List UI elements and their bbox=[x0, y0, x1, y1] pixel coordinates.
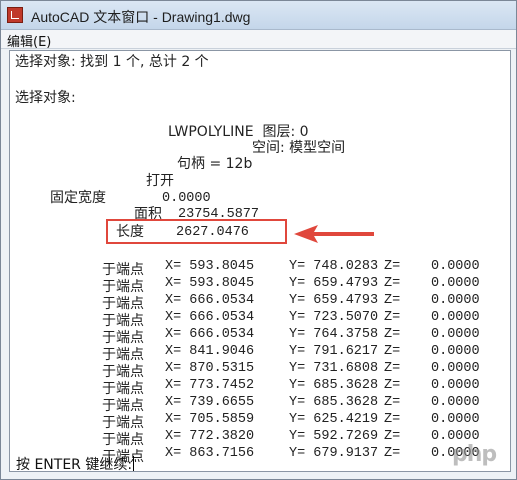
vertex-z: 0.0000 bbox=[431, 259, 480, 274]
vertex-row: 于端点 X= 773.7452 Y= 685.3628 Z= 0.0000 bbox=[10, 378, 510, 397]
command-history-pane[interactable]: 选择对象: 找到 1 个, 总计 2 个 选择对象: LWPOLYLINE 图层… bbox=[9, 50, 511, 472]
vertex-y: Y= 625.4219 bbox=[289, 412, 379, 427]
autocad-text-window: AutoCAD 文本窗口 - Drawing1.dwg 编辑(E) 选择对象: … bbox=[0, 0, 517, 480]
vertex-y: Y= 659.4793 bbox=[289, 276, 379, 291]
vertex-z: 0.0000 bbox=[431, 327, 480, 342]
open-status: 打开 bbox=[146, 173, 174, 189]
autocad-app-icon bbox=[7, 7, 23, 23]
prompt-text: 按 ENTER 键继续: bbox=[16, 457, 133, 472]
vertex-x: X= 739.6655 bbox=[165, 395, 255, 410]
vertex-z-label: Z= bbox=[384, 327, 401, 342]
vertex-y: Y= 748.0283 bbox=[289, 259, 379, 274]
vertex-z-label: Z= bbox=[384, 293, 401, 308]
vertex-y: Y= 592.7269 bbox=[289, 429, 379, 444]
vertex-z: 0.0000 bbox=[431, 344, 480, 359]
vertex-x: X= 705.5859 bbox=[165, 412, 255, 427]
vertex-y: Y= 685.3628 bbox=[289, 395, 379, 410]
title-bar[interactable]: AutoCAD 文本窗口 - Drawing1.dwg bbox=[1, 1, 516, 30]
vertex-x: X= 863.7156 bbox=[165, 446, 255, 461]
command-prompt[interactable]: 按 ENTER 键继续: bbox=[16, 454, 135, 472]
vertex-z-label: Z= bbox=[384, 310, 401, 325]
menu-edit[interactable]: 编辑(E) bbox=[7, 31, 51, 50]
vertex-row: 于端点 X= 666.0534 Y= 723.5070 Z= 0.0000 bbox=[10, 310, 510, 329]
vertex-x: X= 593.8045 bbox=[165, 259, 255, 274]
vertex-z: 0.0000 bbox=[431, 276, 480, 291]
vertex-row: 于端点 X= 870.5315 Y= 731.6808 Z= 0.0000 bbox=[10, 361, 510, 380]
vertex-x: X= 870.5315 bbox=[165, 361, 255, 376]
vertex-row: 于端点 X= 593.8045 Y= 659.4793 Z= 0.0000 bbox=[10, 276, 510, 295]
vertex-z-label: Z= bbox=[384, 395, 401, 410]
length-value: 2627.0476 bbox=[176, 225, 249, 240]
vertex-row: 于端点 X= 772.3820 Y= 592.7269 Z= 0.0000 bbox=[10, 429, 510, 448]
vertex-z: 0.0000 bbox=[431, 361, 480, 376]
output-line-2: 选择对象: bbox=[15, 90, 76, 106]
pointer-arrow-icon bbox=[294, 225, 374, 243]
vertex-z-label: Z= bbox=[384, 446, 401, 461]
vertex-row: 于端点 X= 841.9046 Y= 791.6217 Z= 0.0000 bbox=[10, 344, 510, 363]
vertex-y: Y= 685.3628 bbox=[289, 378, 379, 393]
length-label: 长度 bbox=[116, 224, 144, 240]
vertex-row: 于端点 X= 666.0534 Y= 764.3758 Z= 0.0000 bbox=[10, 327, 510, 346]
handle-info: 句柄 = 12b bbox=[177, 156, 253, 172]
width-value: 0.0000 bbox=[162, 191, 211, 206]
vertex-z: 0.0000 bbox=[431, 378, 480, 393]
vertex-row: 于端点 X= 739.6655 Y= 685.3628 Z= 0.0000 bbox=[10, 395, 510, 414]
php-watermark-logo: php bbox=[452, 442, 497, 467]
entity-info: LWPOLYLINE 图层: 0 bbox=[168, 124, 309, 140]
vertex-z-label: Z= bbox=[384, 276, 401, 291]
vertex-z-label: Z= bbox=[384, 344, 401, 359]
space-info: 空间: 模型空间 bbox=[252, 140, 346, 156]
vertex-x: X= 773.7452 bbox=[165, 378, 255, 393]
vertex-row: 于端点 X= 705.5859 Y= 625.4219 Z= 0.0000 bbox=[10, 412, 510, 431]
vertex-z: 0.0000 bbox=[431, 412, 480, 427]
vertex-z: 0.0000 bbox=[431, 293, 480, 308]
vertex-x: X= 666.0534 bbox=[165, 310, 255, 325]
vertex-z-label: Z= bbox=[384, 361, 401, 376]
vertex-y: Y= 723.5070 bbox=[289, 310, 379, 325]
text-caret bbox=[133, 456, 135, 471]
vertex-x: X= 593.8045 bbox=[165, 276, 255, 291]
output-line-1: 选择对象: 找到 1 个, 总计 2 个 bbox=[15, 54, 209, 70]
menu-bar: 编辑(E) bbox=[1, 30, 516, 50]
vertex-z-label: Z= bbox=[384, 429, 401, 444]
vertex-z: 0.0000 bbox=[431, 310, 480, 325]
width-label: 固定宽度 bbox=[50, 190, 106, 206]
vertex-z-label: Z= bbox=[384, 259, 401, 274]
vertex-z: 0.0000 bbox=[431, 395, 480, 410]
window-title: AutoCAD 文本窗口 - Drawing1.dwg bbox=[31, 9, 251, 25]
vertex-x: X= 666.0534 bbox=[165, 327, 255, 342]
vertex-x: X= 666.0534 bbox=[165, 293, 255, 308]
vertex-y: Y= 731.6808 bbox=[289, 361, 379, 376]
vertex-z-label: Z= bbox=[384, 412, 401, 427]
vertex-y: Y= 679.9137 bbox=[289, 446, 379, 461]
vertex-z-label: Z= bbox=[384, 378, 401, 393]
vertex-x: X= 841.9046 bbox=[165, 344, 255, 359]
vertex-y: Y= 791.6217 bbox=[289, 344, 379, 359]
vertex-y: Y= 659.4793 bbox=[289, 293, 379, 308]
vertex-row: 于端点 X= 666.0534 Y= 659.4793 Z= 0.0000 bbox=[10, 293, 510, 312]
vertex-row: 于端点 X= 593.8045 Y= 748.0283 Z= 0.0000 bbox=[10, 259, 510, 278]
vertex-y: Y= 764.3758 bbox=[289, 327, 379, 342]
vertex-x: X= 772.3820 bbox=[165, 429, 255, 444]
